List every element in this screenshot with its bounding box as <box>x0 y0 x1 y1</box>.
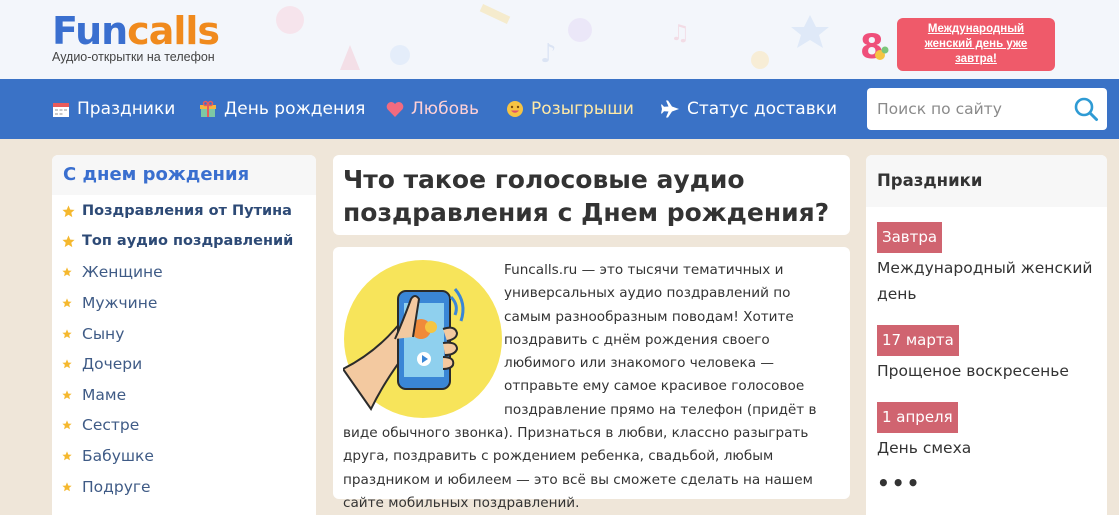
sidebar-item-label: Сыну <box>82 325 125 343</box>
sidebar-item-grandma[interactable]: Бабушке <box>62 447 154 465</box>
holiday-date-badge: Завтра <box>877 222 943 253</box>
nav-label-pranks: Розыгрыши <box>531 99 634 119</box>
sidebar-item-label: Маме <box>82 386 127 404</box>
sidebar-item-putin[interactable]: Поздравления от Путина <box>62 203 292 219</box>
article-title-card: Что такое голосовые аудио поздравления с… <box>333 155 850 235</box>
site-logo[interactable]: Funcalls Аудио-открытки на телефон <box>52 9 232 69</box>
sidebar-item-sister[interactable]: Сестре <box>62 416 139 434</box>
nav-label-delivery-status: Статус доставки <box>687 99 838 119</box>
sidebar-item-woman[interactable]: Женщине <box>62 263 163 281</box>
sidebar-item-label: Мужчине <box>82 294 158 312</box>
illustration-spacer <box>343 259 504 419</box>
star-icon <box>62 267 72 277</box>
nav-item-delivery-status[interactable]: Статус доставки <box>661 79 837 139</box>
star-icon <box>62 451 72 461</box>
calendar-icon <box>52 100 70 118</box>
heart-icon <box>386 101 404 118</box>
sidebar-item-label: Дочери <box>82 355 143 373</box>
sidebar-item-girlfriend[interactable]: Подруге <box>62 478 151 496</box>
star-icon <box>62 234 75 247</box>
sidebar-item-man[interactable]: Мужчине <box>62 294 157 312</box>
star-icon <box>62 390 72 400</box>
nav-label-holidays: Праздники <box>77 99 176 119</box>
star-icon <box>62 204 75 217</box>
site-search <box>867 88 1107 130</box>
holiday-name[interactable]: День смеха <box>877 435 1102 461</box>
star-icon <box>62 482 72 492</box>
holidays-title: Праздники <box>866 155 1107 207</box>
holiday-date-badge: 1 апреля <box>877 402 958 433</box>
holiday-name[interactable]: Международный женский день <box>877 255 1102 307</box>
sidebar-item-label: Топ аудио поздравлений <box>82 233 294 249</box>
nav-item-love[interactable]: Любовь <box>386 79 479 139</box>
header-decoration: ♪ ♫ <box>276 4 829 70</box>
sidebar-item-label: Женщине <box>82 263 163 281</box>
nav-label-love: Любовь <box>411 99 480 119</box>
holidays-sidebar: Праздники Завтра Международный женский д… <box>866 155 1107 515</box>
star-icon <box>62 329 72 339</box>
sidebar-item-top[interactable]: Топ аудио поздравлений <box>62 233 293 249</box>
logo-part-fun: Fun <box>52 9 128 53</box>
star-icon <box>62 298 72 308</box>
holiday-item[interactable]: 1 апреля День смеха <box>877 402 1102 461</box>
logo-wordmark: Funcalls <box>52 9 232 53</box>
holiday-name[interactable]: Прощеное воскресенье <box>877 358 1102 384</box>
birthday-sidebar: С днем рождения Поздравления от Путина Т… <box>52 155 316 515</box>
more-holidays-link[interactable]: ••• <box>877 471 921 495</box>
sidebar-item-daughter[interactable]: Дочери <box>62 355 142 373</box>
site-header: ♪ ♫ Funcalls Аудио-открытки на телефон 8… <box>0 0 1119 79</box>
sidebar-item-label: Сестре <box>82 416 140 434</box>
nav-item-holidays[interactable]: Праздники <box>52 79 175 139</box>
sidebar-item-label: Подруге <box>82 478 151 496</box>
logo-tagline: Аудио-открытки на телефон <box>52 50 215 64</box>
article-text: Funcalls.ru — это тысячи тематичных и ун… <box>343 259 838 515</box>
smiley-icon <box>506 100 524 118</box>
logo-part-calls: calls <box>127 9 220 53</box>
promo-banner[interactable]: 8 Международный женский день уже завтра! <box>856 18 1055 71</box>
search-button[interactable] <box>1073 96 1099 122</box>
search-input[interactable] <box>867 88 1072 130</box>
holiday-item[interactable]: 17 марта Прощеное воскресенье <box>877 325 1102 384</box>
nav-item-pranks[interactable]: Розыгрыши <box>506 79 634 139</box>
svg-text:♫: ♫ <box>670 21 690 46</box>
gift-icon <box>199 100 217 118</box>
nav-label-birthday: День рождения <box>224 99 366 119</box>
sidebar-item-label: Поздравления от Путина <box>82 203 292 219</box>
promo-link[interactable]: Международный женский день уже завтра! <box>897 18 1055 71</box>
star-icon <box>62 359 72 369</box>
nav-item-birthday[interactable]: День рождения <box>199 79 365 139</box>
search-icon <box>1074 97 1098 121</box>
sidebar-item-son[interactable]: Сыну <box>62 325 124 343</box>
sidebar-item-mom[interactable]: Маме <box>62 386 126 404</box>
article-body-card: Funcalls.ru — это тысячи тематичных и ун… <box>333 247 850 511</box>
holiday-item[interactable]: Завтра Международный женский день <box>877 222 1102 307</box>
sidebar-title: С днем рождения <box>52 155 316 195</box>
page-title: Что такое голосовые аудио поздравления с… <box>343 165 830 227</box>
plane-icon <box>661 100 680 118</box>
svg-text:♪: ♪ <box>540 39 557 69</box>
sidebar-item-label: Бабушке <box>82 447 154 465</box>
star-icon <box>62 420 72 430</box>
womens-day-badge-icon: 8 <box>856 25 894 67</box>
holiday-date-badge: 17 марта <box>877 325 959 356</box>
